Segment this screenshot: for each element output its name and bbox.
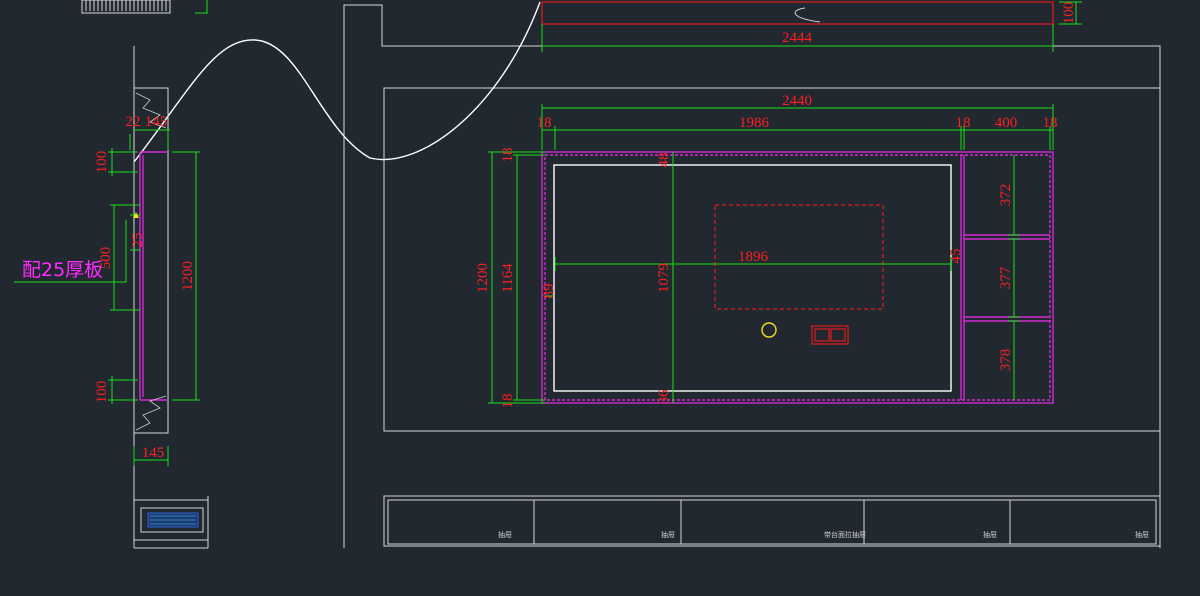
dim-inner-48: 48 bbox=[656, 153, 672, 168]
dim-side-100-top: 100 bbox=[94, 151, 110, 174]
panel-note: 配25厚板 bbox=[22, 259, 103, 281]
drawer-label-4: 抽屉 bbox=[983, 530, 997, 539]
dim-shelf-377: 377 bbox=[998, 266, 1014, 289]
dim-side-145-top: 145 bbox=[145, 114, 168, 130]
dim-h-18b: 18 bbox=[500, 394, 516, 409]
dim-top-2444: 2444 bbox=[782, 30, 813, 46]
dim-seg-18c: 18 bbox=[1043, 115, 1058, 131]
dim-h-1164: 1164 bbox=[500, 263, 516, 293]
dim-overall-2440: 2440 bbox=[782, 93, 812, 109]
dim-seg-1986: 1986 bbox=[739, 115, 770, 131]
dim-inner-89: 89 bbox=[541, 284, 557, 299]
dim-shelf-372: 372 bbox=[998, 184, 1014, 207]
overall-dimension-lines bbox=[541, 104, 1054, 150]
dim-top-100: 100 bbox=[1061, 2, 1077, 25]
dim-inner-1896: 1896 bbox=[738, 249, 769, 265]
drawer-label-3: 带台面拉抽屉 bbox=[824, 530, 866, 539]
drawer-label-1: 抽屉 bbox=[498, 530, 512, 539]
dim-side-145-bot: 145 bbox=[142, 445, 165, 461]
drawer-label-5: 抽屉 bbox=[1135, 530, 1149, 539]
inner-dimension-lines bbox=[488, 151, 1020, 404]
dim-shelf-378: 378 bbox=[998, 349, 1014, 372]
top-strip-section bbox=[541, 1, 1082, 52]
dim-h-1200: 1200 bbox=[475, 263, 491, 293]
cabinet-section-detail bbox=[133, 496, 209, 549]
cad-drawing-canvas: 2444 100 2440 18 1986 18 400 18 1200 116… bbox=[14, 0, 1161, 549]
side-section-view bbox=[14, 46, 200, 548]
dim-inner-45: 45 bbox=[948, 249, 964, 264]
top-left-fragment bbox=[81, 0, 208, 14]
drawer-label-2: 抽屉 bbox=[661, 530, 675, 539]
dim-side-22: 22 bbox=[126, 114, 141, 130]
dim-seg-400: 400 bbox=[995, 115, 1018, 131]
dim-inner-36: 36 bbox=[656, 389, 672, 405]
dim-side-100-bot: 100 bbox=[94, 381, 110, 404]
leader-curve bbox=[133, 1, 541, 163]
dim-inner-1079: 1079 bbox=[656, 263, 672, 293]
dim-side-1200: 1200 bbox=[180, 261, 196, 291]
dim-side-25: 25 bbox=[130, 233, 146, 248]
wall-outline bbox=[343, 4, 1161, 548]
tv-wall-frame bbox=[541, 151, 1054, 404]
dim-seg-18b: 18 bbox=[956, 115, 971, 131]
dim-seg-18a: 18 bbox=[537, 115, 552, 131]
dim-h-18a: 18 bbox=[500, 148, 516, 163]
